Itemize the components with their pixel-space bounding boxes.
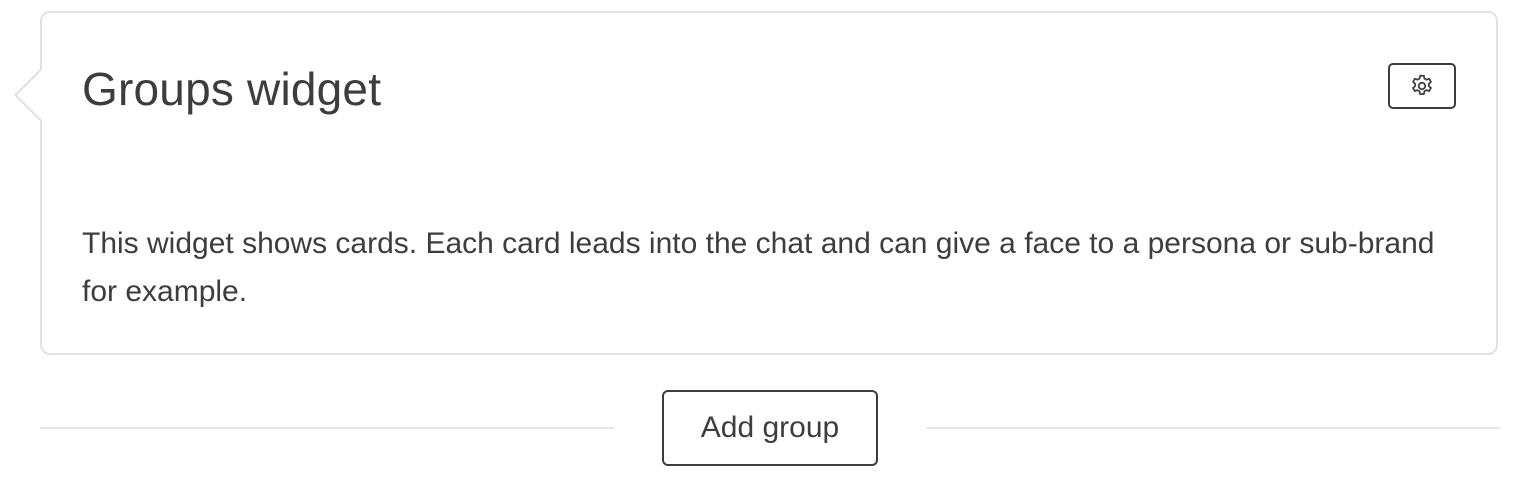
- divider-right: [926, 427, 1500, 429]
- settings-button[interactable]: [1388, 63, 1456, 109]
- widget-title: Groups widget: [82, 63, 382, 115]
- add-group-button[interactable]: Add group: [662, 390, 878, 466]
- gear-icon: [1409, 73, 1435, 99]
- widget-description: This widget shows cards. Each card leads…: [82, 227, 1435, 308]
- card-pointer-fill: [17, 69, 43, 121]
- groups-widget-card: Groups widget This widget shows cards. E…: [14, 11, 1498, 355]
- divider-left: [40, 427, 614, 429]
- add-group-bar: Add group: [40, 390, 1500, 466]
